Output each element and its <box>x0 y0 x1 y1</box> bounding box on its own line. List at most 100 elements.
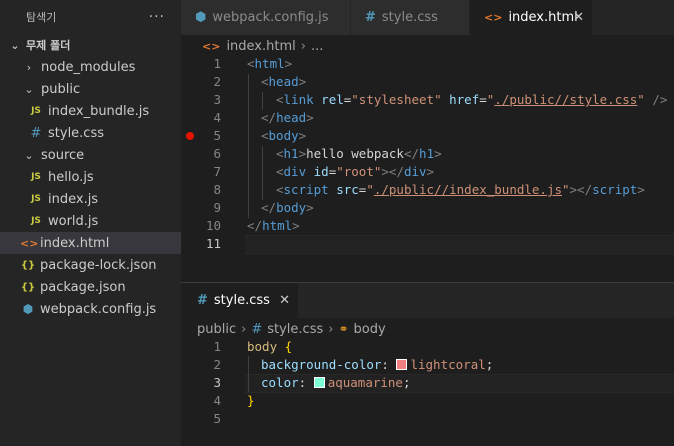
js-file-icon: JS <box>31 172 41 182</box>
tree-item-label: index.js <box>48 191 99 207</box>
line-number: 9 <box>213 200 221 215</box>
chevron-down-icon: ⌄ <box>24 148 34 162</box>
tab-style-css-group2[interactable]: # style.css ✕ <box>181 283 299 318</box>
line-number: 4 <box>213 110 221 125</box>
root-folder-label: 무제 폴더 <box>26 39 71 52</box>
tree-item-label: style.css <box>48 125 104 141</box>
line-number: 3 <box>213 92 221 107</box>
line-number: 8 <box>213 182 221 197</box>
explorer-title: 탐색기 <box>26 11 57 24</box>
breadcrumb-file[interactable]: index.html <box>226 39 295 54</box>
tab-label: index.html <box>508 10 578 25</box>
css-file-icon: # <box>30 125 42 141</box>
line-number: 7 <box>213 164 221 179</box>
tree-item-label: package.json <box>40 279 126 295</box>
line-number: 10 <box>205 218 221 233</box>
more-actions-icon[interactable]: ··· <box>149 9 165 25</box>
code-line: color: aquamarine; <box>261 375 411 390</box>
current-line-highlight <box>245 235 674 254</box>
src-link[interactable]: ./public//index_bundle.js <box>374 182 562 197</box>
tree-item-index-js[interactable]: JS index.js <box>0 188 181 210</box>
html-file-icon: <> <box>202 39 221 53</box>
breadcrumb-rest[interactable]: ... <box>311 39 323 54</box>
code-line: <head> <box>261 74 307 89</box>
css-file-icon: # <box>365 10 376 25</box>
code-line: <body> <box>261 128 307 143</box>
tree-item-label: source <box>41 147 85 163</box>
line-number: 3 <box>213 375 221 390</box>
line-number: 4 <box>213 393 221 408</box>
line-number: 11 <box>205 236 221 251</box>
code-line: } <box>247 393 255 408</box>
css-file-icon: # <box>251 321 263 337</box>
explorer-sidebar: 탐색기 ··· ⌄ 무제 폴더 › node_modules ⌄ public … <box>0 0 181 446</box>
code-line: background-color: lightcoral; <box>261 357 494 372</box>
breadcrumb-file[interactable]: style.css <box>267 322 323 337</box>
explorer-header: 탐색기 ··· <box>0 0 181 34</box>
code-line: <h1>hello webpack</h1> <box>276 146 442 161</box>
chevron-right-icon: › <box>26 60 32 74</box>
breadcrumb-symbol[interactable]: body <box>354 322 386 337</box>
tree-item-label: hello.js <box>48 169 94 185</box>
editor-tab-bar: ⬢ webpack.config.js # style.css <> index… <box>181 0 674 35</box>
tree-item-label: package-lock.json <box>40 257 157 273</box>
code-line: <div id="root"></div> <box>276 164 435 179</box>
symbol-class-icon: ⚭ <box>338 322 349 336</box>
code-line: </html> <box>247 218 300 233</box>
breadcrumb-folder[interactable]: public <box>197 322 236 337</box>
tree-item-label: webpack.config.js <box>40 301 157 317</box>
tree-item-index-bundle-js[interactable]: JS index_bundle.js <box>0 100 181 122</box>
tree-item-public[interactable]: ⌄ public <box>0 78 181 100</box>
close-icon[interactable]: ✕ <box>279 293 290 308</box>
tab-label: style.css <box>213 293 270 308</box>
color-swatch-lightcoral[interactable] <box>396 359 408 370</box>
css-file-icon: # <box>197 293 208 308</box>
editor-group-2-tab-bar: # style.css ✕ <box>181 282 674 318</box>
indent-guide <box>262 146 263 200</box>
indent-guide <box>262 92 263 110</box>
breadcrumb: <> index.html › ... <box>202 37 323 55</box>
tree-item-webpack-config-js[interactable]: ⬢ webpack.config.js <box>0 298 181 320</box>
href-link[interactable]: ./public//style.css <box>494 92 637 107</box>
tree-item-label: public <box>41 81 81 97</box>
code-line: </head> <box>261 110 314 125</box>
tree-item-index-html[interactable]: <> index.html <box>0 232 181 254</box>
line-number: 5 <box>213 128 221 143</box>
code-line: </body> <box>261 200 314 215</box>
webpack-file-icon: ⬢ <box>22 302 34 316</box>
tree-item-source[interactable]: ⌄ source <box>0 144 181 166</box>
breadcrumb-group2: public › # style.css › ⚭ body <box>197 320 386 338</box>
color-swatch-aquamarine[interactable] <box>313 377 325 388</box>
code-line: <script src="./public//index_bundle.js">… <box>276 182 645 197</box>
tree-item-package-lock-json[interactable]: {} package-lock.json <box>0 254 181 276</box>
root-folder[interactable]: ⌄ 무제 폴더 <box>0 34 181 56</box>
line-number: 1 <box>213 56 221 71</box>
html-file-icon: <> <box>484 11 503 24</box>
json-file-icon: {} <box>20 259 36 271</box>
chevron-right-icon: › <box>241 321 247 337</box>
tree-item-label: index.html <box>40 235 110 251</box>
tree-item-public-style-css[interactable]: # style.css <box>0 122 181 144</box>
tree-item-world-js[interactable]: JS world.js <box>0 210 181 232</box>
code-line: <link rel="stylesheet" href="./public//s… <box>276 92 668 107</box>
tab-style-css[interactable]: # style.css <box>351 0 470 35</box>
close-icon[interactable]: ✕ <box>573 10 584 25</box>
js-file-icon: JS <box>31 106 41 116</box>
code-line: <html> <box>247 56 293 71</box>
tab-label: style.css <box>381 10 438 25</box>
webpack-file-icon: ⬢ <box>195 10 207 25</box>
tab-label: webpack.config.js <box>212 10 329 25</box>
line-number: 2 <box>213 357 221 372</box>
tree-item-hello-js[interactable]: JS hello.js <box>0 166 181 188</box>
tree-item-label: index_bundle.js <box>48 103 150 119</box>
tree-item-package-json[interactable]: {} package.json <box>0 276 181 298</box>
code-line: body { <box>247 339 293 354</box>
tab-webpack-config-js[interactable]: ⬢ webpack.config.js <box>181 0 351 35</box>
tab-index-html[interactable]: <> index.html ✕ <box>470 0 593 35</box>
line-number: 1 <box>213 339 221 354</box>
json-file-icon: {} <box>20 281 36 293</box>
indent-guide <box>248 74 249 218</box>
chevron-right-icon: › <box>300 38 306 54</box>
tree-item-node-modules[interactable]: › node_modules <box>0 56 181 78</box>
js-file-icon: JS <box>31 194 41 204</box>
